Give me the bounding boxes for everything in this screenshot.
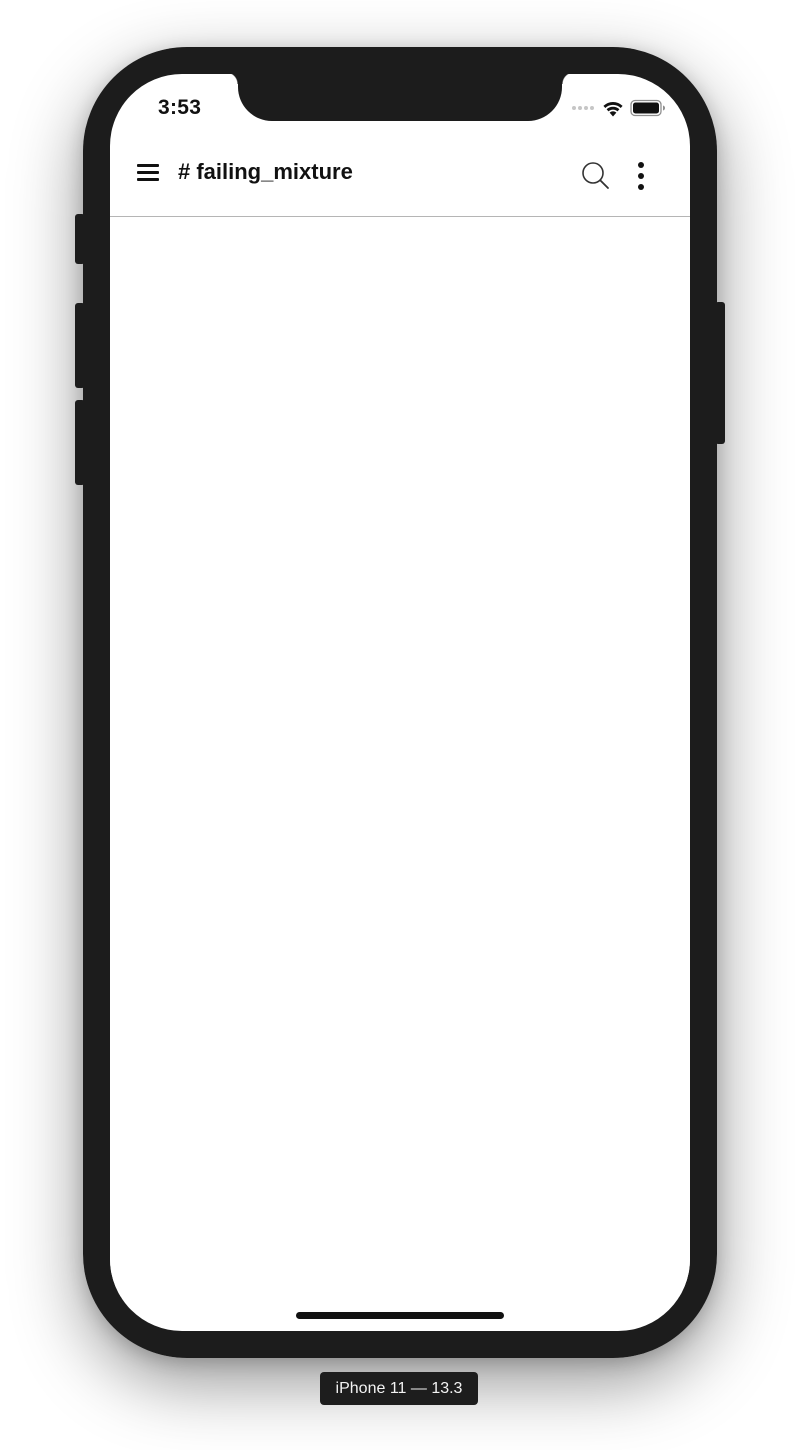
device-label: iPhone 11 — 13.3	[320, 1372, 478, 1405]
channel-title[interactable]: # failing_mixture	[178, 159, 353, 185]
more-vertical-icon[interactable]	[630, 159, 654, 193]
wifi-icon	[603, 101, 623, 116]
phone-screen: 3:53 # failing_mixture	[110, 74, 690, 1331]
status-icons	[572, 99, 666, 117]
battery-icon	[630, 99, 665, 117]
notch	[226, 74, 574, 121]
message-list[interactable]	[110, 217, 690, 1297]
simulator-stage: 3:53 # failing_mixture iPhone 11 — 13.3	[0, 0, 800, 1450]
search-icon[interactable]	[580, 160, 612, 192]
hamburger-menu-icon[interactable]	[135, 160, 161, 186]
channel-header: # failing_mixture	[110, 141, 690, 217]
home-indicator[interactable]	[296, 1312, 504, 1319]
cellular-signal-icon	[572, 106, 594, 110]
status-time: 3:53	[158, 96, 202, 119]
